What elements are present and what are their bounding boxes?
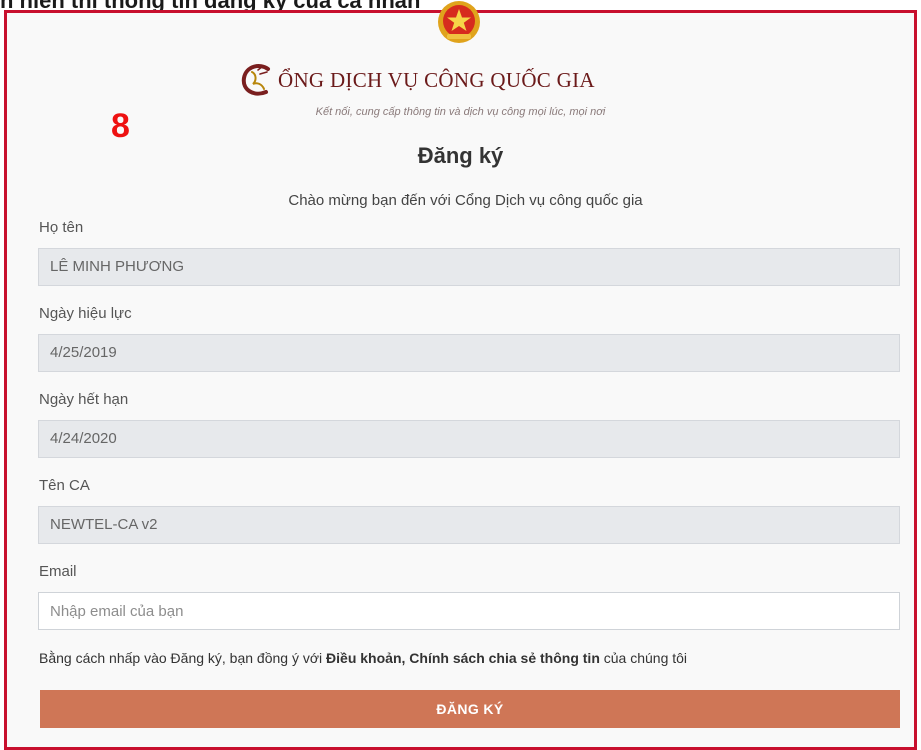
email-label: Email xyxy=(39,563,77,580)
valid-to-label: Ngày hết hạn xyxy=(39,391,129,408)
valid-from-field: 4/25/2019 xyxy=(38,334,900,372)
page-title: Đăng ký xyxy=(417,143,504,168)
ca-name-field: NEWTEL-CA v2 xyxy=(38,506,900,544)
terms-link[interactable]: Điều khoản xyxy=(326,650,401,666)
consent-text: Bằng cách nhấp vào Đăng ký, bạn đồng ý v… xyxy=(39,650,687,666)
valid-to-field: 4/24/2020 xyxy=(38,420,900,458)
national-emblem-icon xyxy=(438,1,480,43)
full-name-field: LÊ MINH PHƯƠNG xyxy=(38,248,900,286)
register-button[interactable]: ĐĂNG KÝ xyxy=(40,690,900,728)
welcome-message: Chào mừng bạn đến với Cổng Dịch vụ công … xyxy=(288,192,643,209)
ca-name-label: Tên CA xyxy=(39,477,90,494)
portal-logo-icon xyxy=(241,64,270,96)
portal-name: ỔNG DỊCH VỤ CÔNG QUỐC GIA xyxy=(278,67,595,92)
step-number-annotation: 8 xyxy=(111,107,130,145)
email-field[interactable] xyxy=(38,592,900,630)
registration-page-frame xyxy=(4,10,917,750)
valid-from-label: Ngày hiệu lực xyxy=(39,305,132,322)
consent-suffix: của chúng tôi xyxy=(599,650,688,666)
consent-prefix: Bằng cách nhấp vào Đăng ký, bạn đồng ý v… xyxy=(39,650,327,666)
portal-logo[interactable]: ỔNG DỊCH VỤ CÔNG QUỐC GIA xyxy=(238,62,595,98)
portal-tagline: Kết nối, cung cấp thông tin và dịch vụ c… xyxy=(315,106,606,118)
full-name-label: Họ tên xyxy=(39,219,84,236)
privacy-policy-link[interactable]: Chính sách chia sẻ thông tin xyxy=(409,650,600,666)
